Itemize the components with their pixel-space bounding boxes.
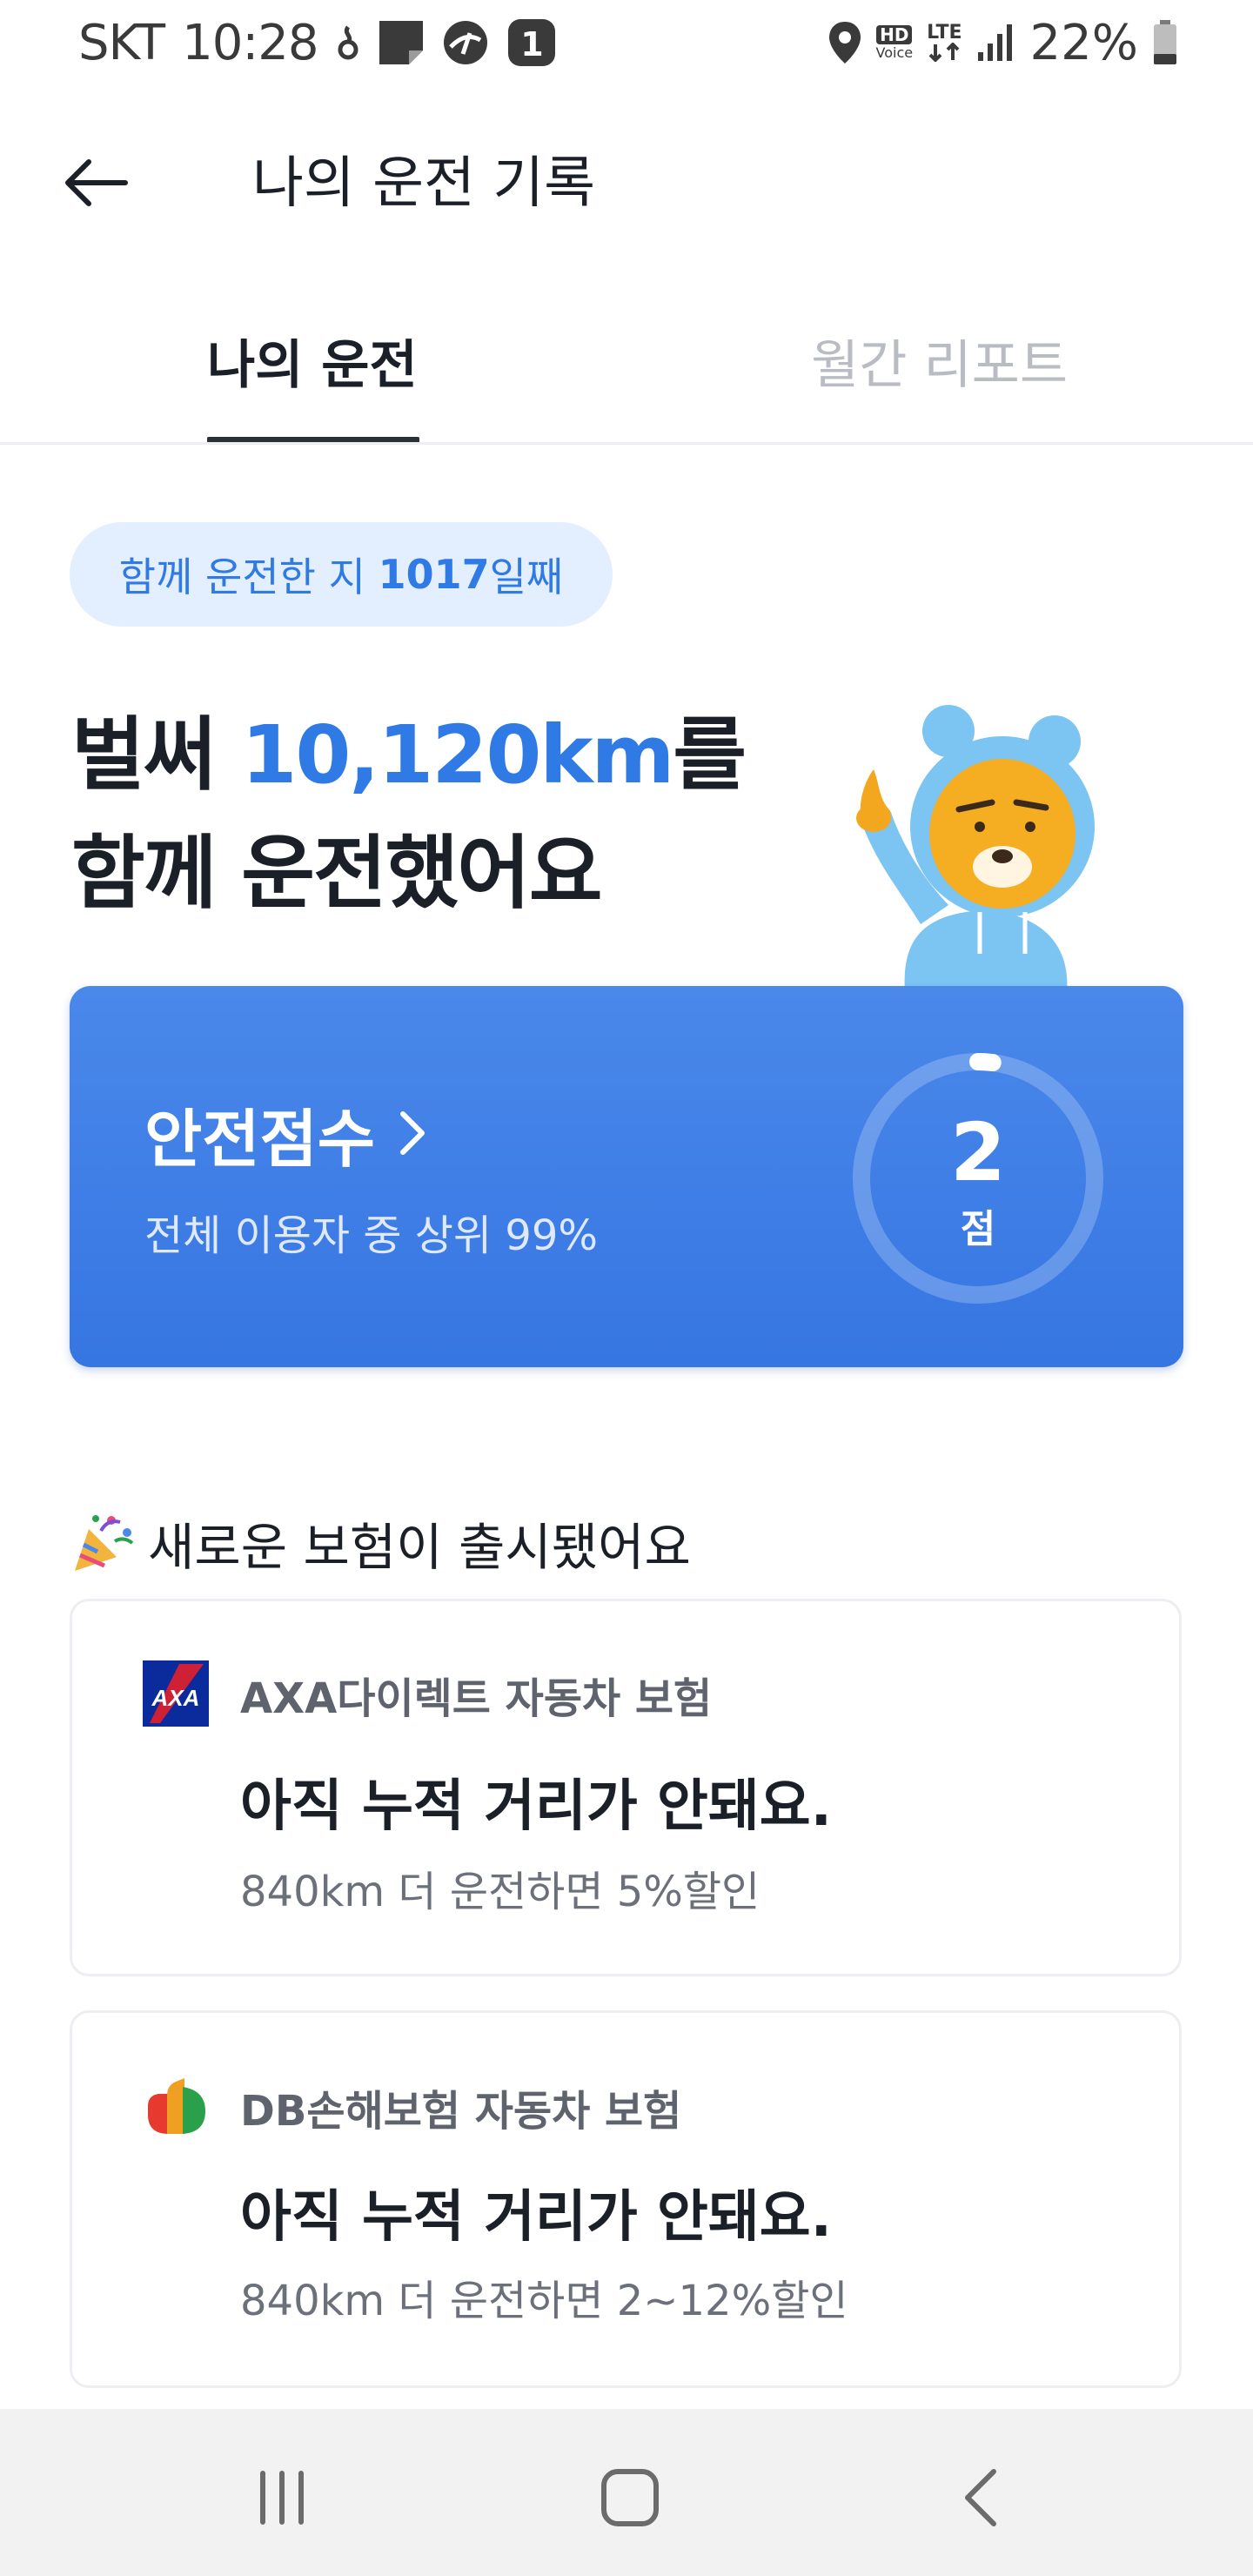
tab-monthly-report[interactable]: 월간 리포트 — [811, 322, 1068, 409]
db-insurance-logo — [148, 2078, 205, 2134]
svg-text:AXA: AXA — [151, 1685, 200, 1711]
hd-label: HD — [876, 25, 913, 44]
safety-score-ranking: 전체 이용자 중 상위 99% — [144, 1211, 598, 1260]
tab-my-driving[interactable]: 나의 운전 — [207, 322, 418, 409]
distance-headline: 벌써 10,120km를 함께 운전했어요 — [71, 696, 854, 933]
clock: 10:28 — [182, 14, 318, 71]
notification-badge-count: 1 — [520, 25, 542, 64]
safety-score-title[interactable]: 안전점수 — [144, 1090, 425, 1177]
safety-score-label: 안전점수 — [144, 1102, 375, 1176]
system-back-button[interactable] — [919, 2445, 1041, 2550]
insurance-headline: 아직 누적 거리가 안돼요. — [240, 2185, 832, 2250]
location-icon — [828, 20, 862, 65]
recent-apps-icon — [260, 2471, 304, 2525]
headline-line-2: 함께 운전했어요 — [71, 827, 603, 920]
status-bar-right: HD Voice LTE 22% — [828, 12, 1178, 73]
tab-divider — [0, 442, 1253, 445]
network-label: LTE — [927, 22, 962, 44]
arrow-left-icon — [65, 159, 128, 206]
total-distance: 10,120km — [241, 708, 674, 802]
home-icon — [601, 2469, 659, 2526]
flame-icon — [336, 23, 360, 62]
carrier-label: SKT — [78, 14, 165, 71]
memo-icon — [378, 19, 425, 66]
home-button[interactable] — [569, 2445, 691, 2550]
axa-logo: AXA — [143, 1660, 209, 1727]
back-button[interactable] — [52, 139, 139, 226]
section-title-text: 새로운 보험이 출시됐어요 — [148, 1518, 691, 1577]
voice-label: Voice — [875, 44, 914, 61]
recent-apps-button[interactable] — [221, 2445, 343, 2550]
status-bar: SKT 10:28 1 HD Voice LTE 22% — [0, 0, 1253, 84]
insurance-name: DB손해보험 자동차 보험 — [240, 2087, 682, 2136]
party-popper-icon — [75, 1515, 134, 1571]
insurance-discount-description: 840km 더 운전하면 5%할인 — [240, 1868, 761, 1916]
driving-days-prefix: 함께 운전한 지 — [118, 553, 379, 600]
driving-days-count: 1017 — [378, 551, 490, 598]
badge-notification-icon: 1 — [506, 17, 557, 68]
driving-days-suffix: 일째 — [489, 553, 564, 600]
chevron-left-icon — [965, 2469, 996, 2526]
status-bar-left: SKT 10:28 1 — [78, 12, 557, 73]
battery-percent: 22% — [1029, 14, 1138, 71]
mascot-character-illustration — [856, 705, 1095, 992]
app-notification-icon — [442, 19, 489, 66]
lte-icon: LTE — [927, 23, 962, 62]
headline-suffix: 를 — [673, 708, 747, 802]
hd-voice-icon: HD Voice — [875, 25, 914, 61]
safety-score-unit: 점 — [960, 1207, 996, 1251]
insurance-headline: 아직 누적 거리가 안돼요. — [240, 1774, 832, 1839]
driving-days-badge: 함께 운전한 지 1017 일째 — [70, 522, 613, 627]
signal-icon — [976, 23, 1016, 63]
new-insurance-section-title: 새로운 보험이 출시됐어요 — [70, 1504, 691, 1582]
headline-line-1: 벌써 10,120km를 — [71, 696, 854, 815]
page-title: 나의 운전 기록 — [252, 151, 595, 216]
battery-icon — [1152, 19, 1178, 66]
insurance-discount-description: 840km 더 운전하면 2~12%할인 — [240, 2277, 848, 2325]
safety-score-value: 2 — [949, 1106, 1006, 1199]
chevron-right-icon — [399, 1111, 425, 1155]
headline-prefix: 벌써 — [71, 708, 242, 802]
insurance-name: AXA다이렉트 자동차 보험 — [240, 1674, 713, 1723]
